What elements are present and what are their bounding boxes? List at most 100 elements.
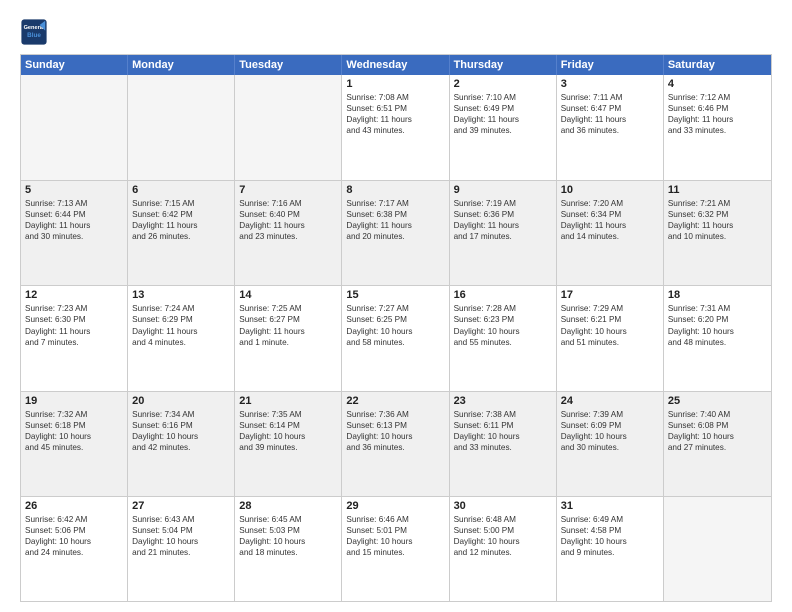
calendar-cell: 22Sunrise: 7:36 AMSunset: 6:13 PMDayligh…: [342, 392, 449, 496]
calendar-cell: 15Sunrise: 7:27 AMSunset: 6:25 PMDayligh…: [342, 286, 449, 390]
day-number: 21: [239, 395, 337, 407]
day-number: 16: [454, 289, 552, 301]
day-number: 24: [561, 395, 659, 407]
calendar-header-cell: Sunday: [21, 55, 128, 75]
cell-line: Sunrise: 7:16 AM: [239, 198, 337, 209]
cell-line: Sunrise: 6:49 AM: [561, 514, 659, 525]
calendar-cell: [21, 75, 128, 180]
cell-line: Sunrise: 7:17 AM: [346, 198, 444, 209]
cell-line: Sunrise: 6:42 AM: [25, 514, 123, 525]
cell-line: Sunset: 6:47 PM: [561, 103, 659, 114]
cell-line: Sunset: 6:32 PM: [668, 209, 767, 220]
calendar-cell: 16Sunrise: 7:28 AMSunset: 6:23 PMDayligh…: [450, 286, 557, 390]
calendar-cell: 21Sunrise: 7:35 AMSunset: 6:14 PMDayligh…: [235, 392, 342, 496]
cell-line: Sunrise: 7:40 AM: [668, 409, 767, 420]
calendar-cell: 10Sunrise: 7:20 AMSunset: 6:34 PMDayligh…: [557, 181, 664, 285]
calendar-header-cell: Tuesday: [235, 55, 342, 75]
day-number: 29: [346, 500, 444, 512]
day-number: 18: [668, 289, 767, 301]
cell-line: and 23 minutes.: [239, 231, 337, 242]
cell-line: Daylight: 10 hours: [561, 536, 659, 547]
day-number: 23: [454, 395, 552, 407]
cell-line: and 26 minutes.: [132, 231, 230, 242]
day-number: 5: [25, 184, 123, 196]
cell-line: Daylight: 11 hours: [561, 220, 659, 231]
cell-line: Sunset: 6:34 PM: [561, 209, 659, 220]
cell-line: Sunrise: 7:13 AM: [25, 198, 123, 209]
cell-line: and 12 minutes.: [454, 547, 552, 558]
cell-line: Sunset: 6:51 PM: [346, 103, 444, 114]
cell-line: Sunset: 6:29 PM: [132, 314, 230, 325]
calendar-cell: 14Sunrise: 7:25 AMSunset: 6:27 PMDayligh…: [235, 286, 342, 390]
cell-line: Sunset: 6:21 PM: [561, 314, 659, 325]
calendar-cell: 13Sunrise: 7:24 AMSunset: 6:29 PMDayligh…: [128, 286, 235, 390]
cell-line: Sunset: 5:03 PM: [239, 525, 337, 536]
cell-line: Sunrise: 7:08 AM: [346, 92, 444, 103]
cell-line: Sunset: 6:40 PM: [239, 209, 337, 220]
svg-text:Blue: Blue: [27, 32, 41, 39]
calendar: SundayMondayTuesdayWednesdayThursdayFrid…: [20, 54, 772, 602]
cell-line: Daylight: 10 hours: [668, 431, 767, 442]
calendar-cell: [664, 497, 771, 601]
calendar-cell: 29Sunrise: 6:46 AMSunset: 5:01 PMDayligh…: [342, 497, 449, 601]
cell-line: Daylight: 10 hours: [454, 326, 552, 337]
day-number: 28: [239, 500, 337, 512]
calendar-week: 12Sunrise: 7:23 AMSunset: 6:30 PMDayligh…: [21, 285, 771, 390]
cell-line: and 27 minutes.: [668, 442, 767, 453]
cell-line: Daylight: 10 hours: [25, 431, 123, 442]
cell-line: Sunrise: 7:20 AM: [561, 198, 659, 209]
cell-line: and 15 minutes.: [346, 547, 444, 558]
cell-line: Daylight: 10 hours: [132, 536, 230, 547]
cell-line: and 36 minutes.: [346, 442, 444, 453]
cell-line: and 33 minutes.: [454, 442, 552, 453]
day-number: 2: [454, 78, 552, 90]
cell-line: Sunset: 6:27 PM: [239, 314, 337, 325]
cell-line: Sunset: 6:36 PM: [454, 209, 552, 220]
cell-line: and 30 minutes.: [561, 442, 659, 453]
cell-line: Sunrise: 6:46 AM: [346, 514, 444, 525]
calendar-cell: 18Sunrise: 7:31 AMSunset: 6:20 PMDayligh…: [664, 286, 771, 390]
cell-line: and 20 minutes.: [346, 231, 444, 242]
cell-line: Daylight: 11 hours: [25, 220, 123, 231]
calendar-cell: 5Sunrise: 7:13 AMSunset: 6:44 PMDaylight…: [21, 181, 128, 285]
cell-line: Sunset: 5:00 PM: [454, 525, 552, 536]
cell-line: Sunrise: 7:15 AM: [132, 198, 230, 209]
logo-icon: General Blue: [20, 18, 48, 46]
cell-line: and 17 minutes.: [454, 231, 552, 242]
cell-line: Sunset: 5:04 PM: [132, 525, 230, 536]
cell-line: Sunrise: 7:28 AM: [454, 303, 552, 314]
cell-line: Sunset: 6:30 PM: [25, 314, 123, 325]
cell-line: Sunset: 6:16 PM: [132, 420, 230, 431]
cell-line: Sunrise: 6:48 AM: [454, 514, 552, 525]
calendar-cell: 9Sunrise: 7:19 AMSunset: 6:36 PMDaylight…: [450, 181, 557, 285]
calendar-cell: 25Sunrise: 7:40 AMSunset: 6:08 PMDayligh…: [664, 392, 771, 496]
day-number: 20: [132, 395, 230, 407]
cell-line: Sunrise: 7:12 AM: [668, 92, 767, 103]
cell-line: Daylight: 10 hours: [25, 536, 123, 547]
cell-line: Sunset: 5:01 PM: [346, 525, 444, 536]
cell-line: Daylight: 11 hours: [346, 114, 444, 125]
day-number: 8: [346, 184, 444, 196]
calendar-header-cell: Wednesday: [342, 55, 449, 75]
calendar-week: 26Sunrise: 6:42 AMSunset: 5:06 PMDayligh…: [21, 496, 771, 601]
cell-line: Daylight: 10 hours: [132, 431, 230, 442]
calendar-cell: 31Sunrise: 6:49 AMSunset: 4:58 PMDayligh…: [557, 497, 664, 601]
cell-line: Sunset: 6:11 PM: [454, 420, 552, 431]
calendar-body: 1Sunrise: 7:08 AMSunset: 6:51 PMDaylight…: [21, 75, 771, 601]
cell-line: Sunset: 5:06 PM: [25, 525, 123, 536]
cell-line: and 58 minutes.: [346, 337, 444, 348]
cell-line: and 42 minutes.: [132, 442, 230, 453]
cell-line: Sunset: 6:42 PM: [132, 209, 230, 220]
calendar-cell: 23Sunrise: 7:38 AMSunset: 6:11 PMDayligh…: [450, 392, 557, 496]
calendar-cell: 6Sunrise: 7:15 AMSunset: 6:42 PMDaylight…: [128, 181, 235, 285]
cell-line: Sunset: 6:49 PM: [454, 103, 552, 114]
cell-line: Sunrise: 7:21 AM: [668, 198, 767, 209]
cell-line: and 1 minute.: [239, 337, 337, 348]
cell-line: Daylight: 11 hours: [132, 220, 230, 231]
cell-line: Daylight: 10 hours: [239, 536, 337, 547]
cell-line: Sunrise: 6:43 AM: [132, 514, 230, 525]
page: General Blue SundayMondayTuesdayWednesda…: [0, 0, 792, 612]
cell-line: and 24 minutes.: [25, 547, 123, 558]
cell-line: Sunrise: 7:38 AM: [454, 409, 552, 420]
header: General Blue: [20, 18, 772, 46]
